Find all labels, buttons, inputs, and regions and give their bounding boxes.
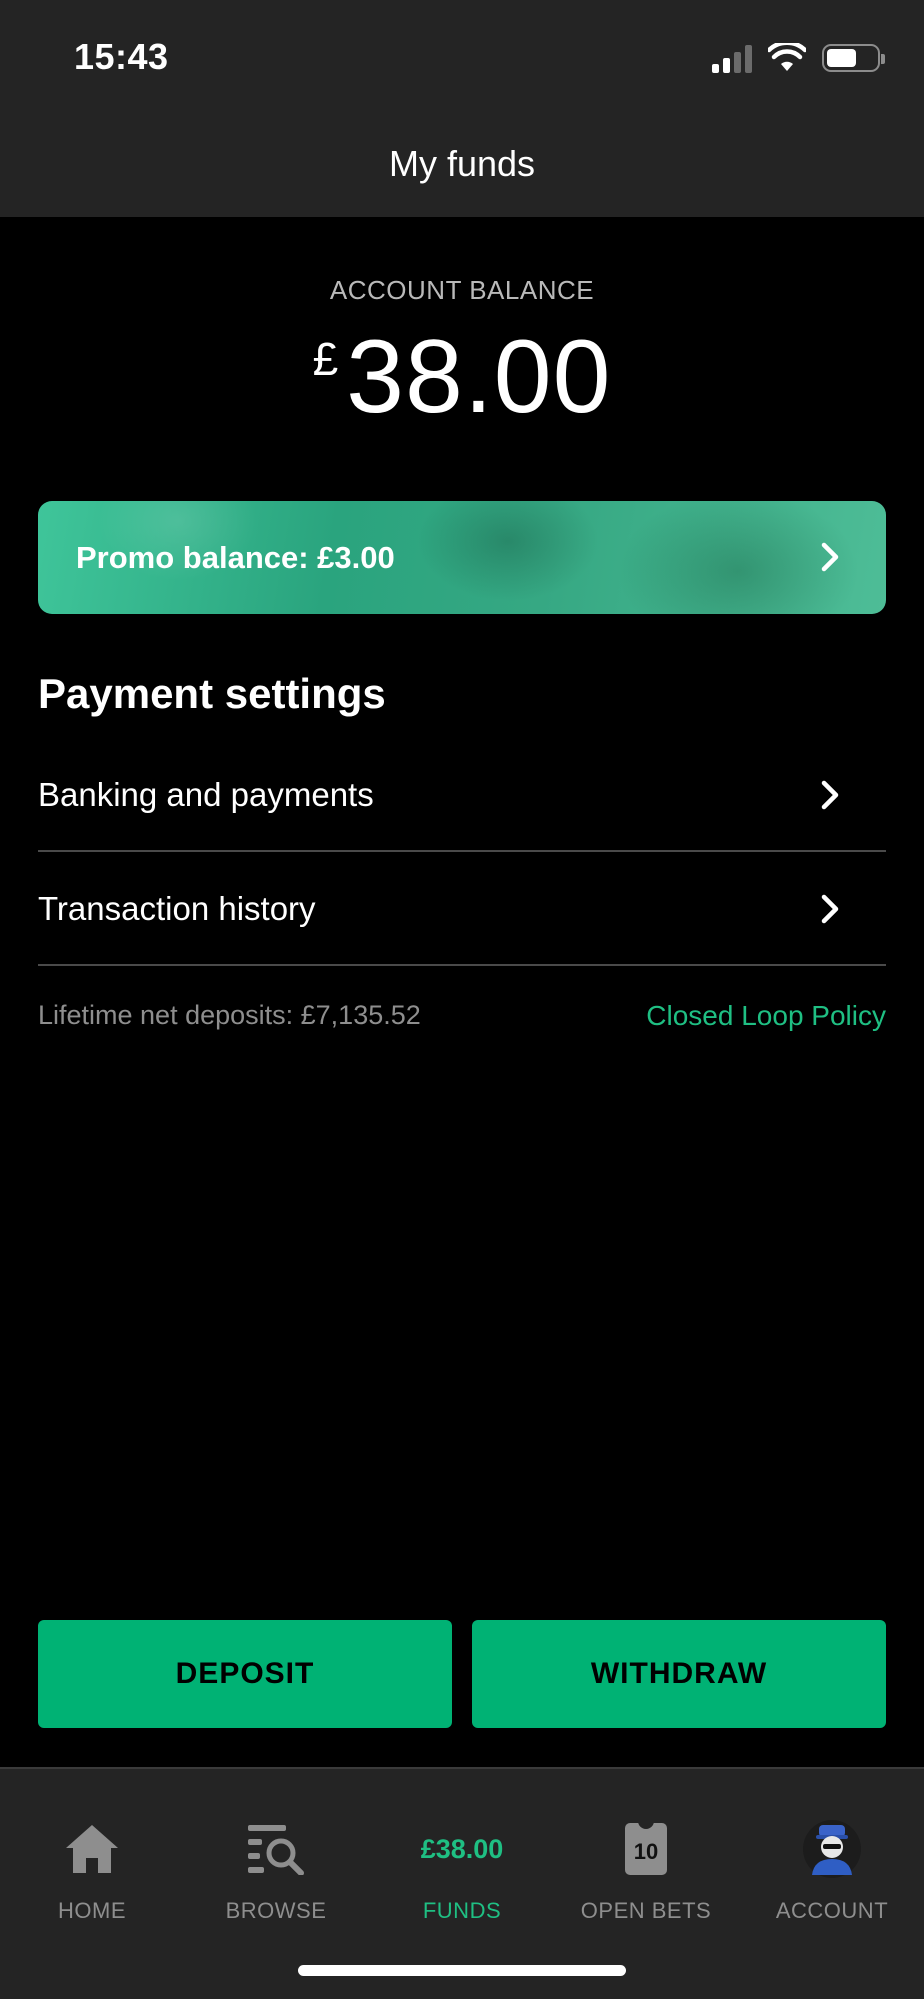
tab-label: FUNDS — [422, 1898, 502, 1923]
open-bets-icon: 10 — [625, 1819, 667, 1879]
home-icon — [63, 1819, 121, 1879]
balance-value: 38.00 — [346, 319, 612, 435]
funds-balance: £38.00 — [421, 1819, 504, 1879]
section-title: Payment settings — [38, 670, 386, 717]
browse-icon — [246, 1819, 306, 1879]
list-item-label: Transaction history — [38, 889, 316, 927]
promo-balance-text: Promo balance: £3.00 — [76, 539, 395, 575]
tab-open-bets[interactable]: 10 OPEN BETS — [554, 1769, 738, 1923]
account-balance-label: ACCOUNT BALANCE — [329, 275, 595, 305]
signal-icon — [712, 43, 752, 73]
list-item-label: Banking and payments — [38, 775, 374, 813]
tab-browse[interactable]: BROWSE — [184, 1769, 368, 1923]
battery-fill — [827, 49, 856, 67]
nav-header: My funds — [0, 110, 924, 217]
home-indicator — [298, 1965, 626, 1976]
tab-funds[interactable]: £38.00 FUNDS — [370, 1769, 554, 1924]
tab-label: HOME — [58, 1898, 126, 1923]
funds-amount: £38.00 — [420, 1833, 504, 1864]
chevron-right-icon — [821, 780, 839, 810]
lifetime-net-deposits: Lifetime net deposits: £7,135.52 — [38, 1000, 421, 1030]
chevron-right-icon — [821, 894, 839, 924]
deposit-button[interactable]: DEPOSIT — [38, 1620, 452, 1728]
tab-home[interactable]: HOME — [0, 1769, 184, 1923]
transaction-history-row[interactable]: Transaction history — [38, 853, 886, 966]
wifi-icon — [768, 43, 806, 71]
promo-balance-banner[interactable]: Promo balance: £3.00 — [38, 501, 886, 614]
status-icons — [712, 40, 885, 76]
tab-label: ACCOUNT — [775, 1898, 889, 1923]
account-balance: £38.00 — [0, 318, 924, 437]
page-title: My funds — [388, 142, 536, 184]
status-time: 15:43 — [74, 36, 169, 77]
tab-label: OPEN BETS — [580, 1898, 712, 1923]
balance-currency: £ — [312, 333, 339, 385]
chevron-right-icon — [821, 542, 839, 572]
tab-account[interactable]: ACCOUNT — [740, 1769, 924, 1923]
withdraw-button[interactable]: WITHDRAW — [472, 1620, 886, 1728]
avatar — [802, 1819, 862, 1879]
open-bets-count: 10 — [633, 1839, 659, 1864]
banking-and-payments-row[interactable]: Banking and payments — [38, 739, 886, 852]
closed-loop-policy-link[interactable]: Closed Loop Policy — [646, 1000, 886, 1032]
tab-label: BROWSE — [225, 1898, 327, 1923]
status-bar: 15:43 — [0, 0, 924, 110]
battery-icon — [822, 44, 885, 72]
